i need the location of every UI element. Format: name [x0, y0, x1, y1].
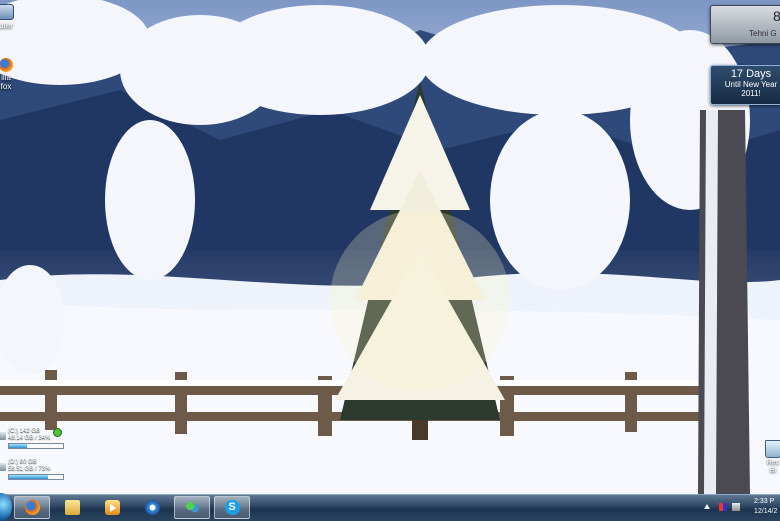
drive-usage-bar — [8, 474, 64, 480]
system-tray: 2:33 P 12/14/2 — [702, 495, 780, 521]
countdown-days: 17 Days — [730, 68, 772, 80]
taskbar-button-explorer[interactable] — [54, 496, 90, 519]
gadget-value: 8 — [773, 8, 780, 24]
hard-disk-icon — [0, 463, 6, 471]
messenger-icon — [184, 500, 200, 515]
taskbar-button-messenger[interactable] — [174, 496, 210, 519]
taskbar-clock[interactable]: 2:33 P 12/14/2 — [754, 497, 777, 517]
skype-icon: S — [224, 500, 240, 515]
gadget-caption: Tehni G — [749, 29, 777, 38]
taskbar-button-firefox[interactable] — [14, 496, 50, 519]
desktop-icon-recycle-bin[interactable]: Rec Bi — [758, 440, 780, 475]
tree-trunk-snow — [704, 110, 718, 494]
wallpaper-scene — [0, 0, 780, 494]
hard-disk-icon — [0, 432, 6, 440]
taskbar-button-media-player[interactable] — [94, 496, 130, 519]
clock-date: 12/14/2 — [754, 508, 778, 515]
media-player-icon — [104, 500, 120, 515]
computer-icon — [0, 4, 14, 20]
clock-time: 2:33 P — [754, 498, 775, 505]
taskbar: S 2:33 P 12/14/2 — [0, 493, 780, 521]
countdown-line2: 2011! — [741, 89, 761, 98]
action-center-flag-icon[interactable] — [719, 503, 727, 511]
drive-usage-bar — [8, 443, 64, 449]
taskbar-button-itunes[interactable] — [134, 496, 170, 519]
desktop-icon-computer[interactable]: uter — [0, 4, 18, 30]
desktop-icon-label: illa fox — [0, 73, 12, 91]
countdown-line1: Until New Year — [724, 80, 778, 89]
drive-name: (D:) 80 GB — [8, 459, 37, 465]
folder-icon — [64, 500, 80, 515]
drive-meter-gadget[interactable]: (C:) 142 GB 48.14 GB / 34% (D:) 80 GB 58… — [0, 428, 64, 490]
clock-gadget[interactable]: 8 Tehni G — [710, 5, 780, 44]
desktop-icon-label: Rec Bi — [766, 459, 780, 474]
drive-usage: 58.51 GB / 73% — [8, 466, 51, 472]
drive-usage-fill — [9, 444, 28, 448]
taskbar-button-skype[interactable]: S — [214, 496, 250, 519]
desktop-icon-firefox[interactable]: illa fox — [0, 58, 18, 91]
recycle-bin-icon — [765, 440, 780, 458]
countdown-gadget[interactable]: 17 Days Until New Year 2011! — [710, 65, 780, 105]
start-button[interactable] — [0, 493, 12, 521]
desktop-wallpaper — [0, 0, 780, 494]
show-hidden-icons-button[interactable] — [704, 504, 710, 509]
desktop-icon-label: uter — [0, 21, 13, 30]
network-icon[interactable] — [732, 503, 740, 511]
firefox-icon — [0, 58, 13, 72]
drive-d: (D:) 80 GB 58.51 GB / 73% — [0, 459, 64, 480]
firefox-icon — [24, 500, 40, 515]
itunes-icon — [144, 500, 160, 515]
status-ok-icon — [53, 428, 62, 437]
drive-usage-fill — [9, 475, 49, 479]
drive-c: (C:) 142 GB 48.14 GB / 34% — [0, 428, 64, 449]
